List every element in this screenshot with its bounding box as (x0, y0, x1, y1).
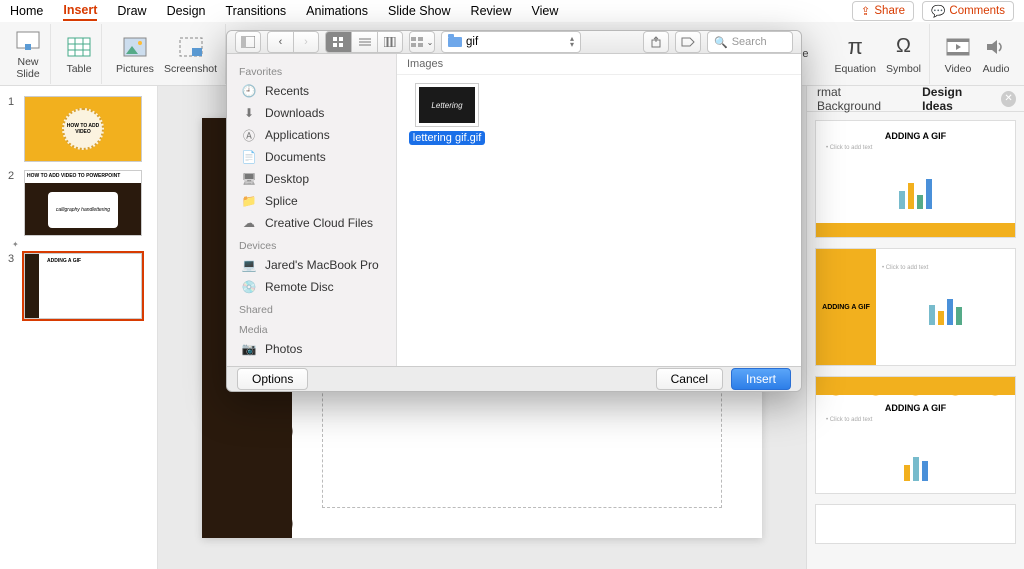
tab-draw[interactable]: Draw (117, 2, 146, 20)
group-button[interactable]: ⌄ (409, 31, 435, 53)
design-idea-2[interactable]: ADDING A GIF • Click to add text (815, 248, 1016, 366)
cancel-button[interactable]: Cancel (656, 368, 723, 390)
video-button[interactable]: Video (944, 33, 972, 75)
comments-button[interactable]: 💬Comments (922, 1, 1014, 21)
tab-animations[interactable]: Animations (306, 2, 368, 20)
applications-icon: Ⓐ (241, 128, 257, 142)
clock-icon: 🕘 (241, 84, 257, 98)
design-ideas-panel: rmat Background Design Ideas ✕ ADDING A … (806, 86, 1024, 569)
desktop-icon: 🖥 (241, 172, 257, 186)
icon-view-button[interactable] (325, 31, 351, 53)
options-button[interactable]: Options (237, 368, 308, 390)
slide-thumb-2[interactable]: 2 HOW TO ADD VIDEO TO POWERPOINT calligr… (0, 166, 157, 240)
sidebar-section-shared: Shared (227, 298, 396, 318)
share-button[interactable]: ⇪Share (852, 1, 914, 21)
animation-indicator-icon: ✦ (12, 240, 157, 249)
slide-thumbnails-panel: 1 HOW TO ADD VIDEO 2 HOW TO ADD VIDEO TO… (0, 86, 158, 569)
tab-slideshow[interactable]: Slide Show (388, 2, 451, 20)
search-icon: 🔍 (714, 36, 728, 49)
tab-transitions[interactable]: Transitions (225, 2, 286, 20)
tab-review[interactable]: Review (471, 2, 512, 20)
file-item-lettering-gif[interactable]: Lettering lettering gif.gif (409, 83, 485, 145)
content-header: Images (397, 54, 801, 75)
sidebar-macbook[interactable]: 💻Jared's MacBook Pro (227, 254, 396, 276)
file-picker-dialog: ‹ › ⌄ gif ▴▾ 🔍 Search Favorites 🕘Recents… (226, 30, 802, 392)
sidebar-photos[interactable]: 📷Photos (227, 338, 396, 360)
sidebar-desktop[interactable]: 🖥Desktop (227, 168, 396, 190)
file-thumbnail: Lettering (415, 83, 479, 127)
new-slide-icon (14, 27, 42, 55)
folder-icon: 📁 (241, 194, 257, 208)
dialog-toolbar: ‹ › ⌄ gif ▴▾ 🔍 Search (227, 31, 801, 54)
dialog-footer: Options Cancel Insert (227, 366, 801, 391)
sidebar-applications[interactable]: ⒶApplications (227, 124, 396, 146)
view-mode-segment (325, 31, 403, 53)
equation-button[interactable]: π Equation (835, 33, 876, 75)
close-panel-button[interactable]: ✕ (1001, 91, 1016, 107)
video-icon (944, 33, 972, 61)
sidebar-section-favorites: Favorites (227, 60, 396, 80)
screenshot-button[interactable]: Screenshot (164, 33, 217, 75)
disc-icon: 💿 (241, 280, 257, 294)
updown-icon: ▴▾ (570, 36, 574, 48)
screenshot-icon (177, 33, 205, 61)
photos-icon: 📷 (241, 342, 257, 356)
column-view-button[interactable] (377, 31, 403, 53)
pictures-icon (121, 33, 149, 61)
sidebar-splice[interactable]: 📁Splice (227, 190, 396, 212)
dialog-sidebar: Favorites 🕘Recents ⬇Downloads ⒶApplicati… (227, 54, 397, 366)
folder-dropdown[interactable]: gif ▴▾ (441, 31, 581, 53)
symbol-button[interactable]: Ω Symbol (886, 33, 921, 75)
list-view-button[interactable] (351, 31, 377, 53)
dialog-content: Images Lettering lettering gif.gif (397, 54, 801, 366)
laptop-icon: 💻 (241, 258, 257, 272)
design-idea-4[interactable] (815, 504, 1016, 544)
tab-home[interactable]: Home (10, 2, 43, 20)
sidebar-documents[interactable]: 📄Documents (227, 146, 396, 168)
downloads-icon: ⬇ (241, 106, 257, 120)
file-name-label: lettering gif.gif (409, 131, 485, 145)
sidebar-remote-disc[interactable]: 💿Remote Disc (227, 276, 396, 298)
design-idea-3[interactable]: ADDING A GIF • Click to add text (815, 376, 1016, 494)
back-button[interactable]: ‹ (267, 31, 293, 53)
design-ideas-tab[interactable]: Design Ideas (912, 85, 1001, 113)
equation-icon: π (841, 33, 869, 61)
documents-icon: 📄 (241, 150, 257, 164)
symbol-icon: Ω (889, 33, 917, 61)
pictures-button[interactable]: Pictures (116, 33, 154, 75)
comment-icon: 💬 (931, 4, 945, 18)
menu-bar: Home Insert Draw Design Transitions Anim… (0, 0, 1024, 22)
forward-button[interactable]: › (293, 31, 319, 53)
sidebar-recents[interactable]: 🕘Recents (227, 80, 396, 102)
tags-button[interactable] (675, 31, 701, 53)
cloud-icon: ☁ (241, 216, 257, 230)
sidebar-section-devices: Devices (227, 234, 396, 254)
slide-thumb-1[interactable]: 1 HOW TO ADD VIDEO (0, 92, 157, 166)
design-idea-1[interactable]: ADDING A GIF • Click to add text (815, 120, 1016, 238)
action-button[interactable] (643, 31, 669, 53)
sidebar-downloads[interactable]: ⬇Downloads (227, 102, 396, 124)
sidebar-creative-cloud[interactable]: ☁Creative Cloud Files (227, 212, 396, 234)
sidebar-section-media: Media (227, 318, 396, 338)
table-button[interactable]: Table (65, 33, 93, 75)
new-slide-button[interactable]: New Slide (14, 27, 42, 80)
folder-icon (448, 37, 462, 47)
audio-button[interactable]: Audio (982, 33, 1010, 75)
tab-design[interactable]: Design (167, 2, 206, 20)
format-background-tab[interactable]: rmat Background (807, 85, 912, 113)
share-icon: ⇪ (861, 4, 871, 18)
insert-button[interactable]: Insert (731, 368, 791, 390)
tab-view[interactable]: View (532, 2, 559, 20)
tab-insert[interactable]: Insert (63, 1, 97, 21)
nav-buttons: ‹ › (267, 31, 319, 53)
search-input[interactable]: 🔍 Search (707, 31, 793, 53)
sidebar-toggle-button[interactable] (235, 31, 261, 53)
audio-icon (982, 33, 1010, 61)
table-icon (65, 33, 93, 61)
slide-thumb-3[interactable]: 3 ADDING A GIF (0, 249, 157, 323)
